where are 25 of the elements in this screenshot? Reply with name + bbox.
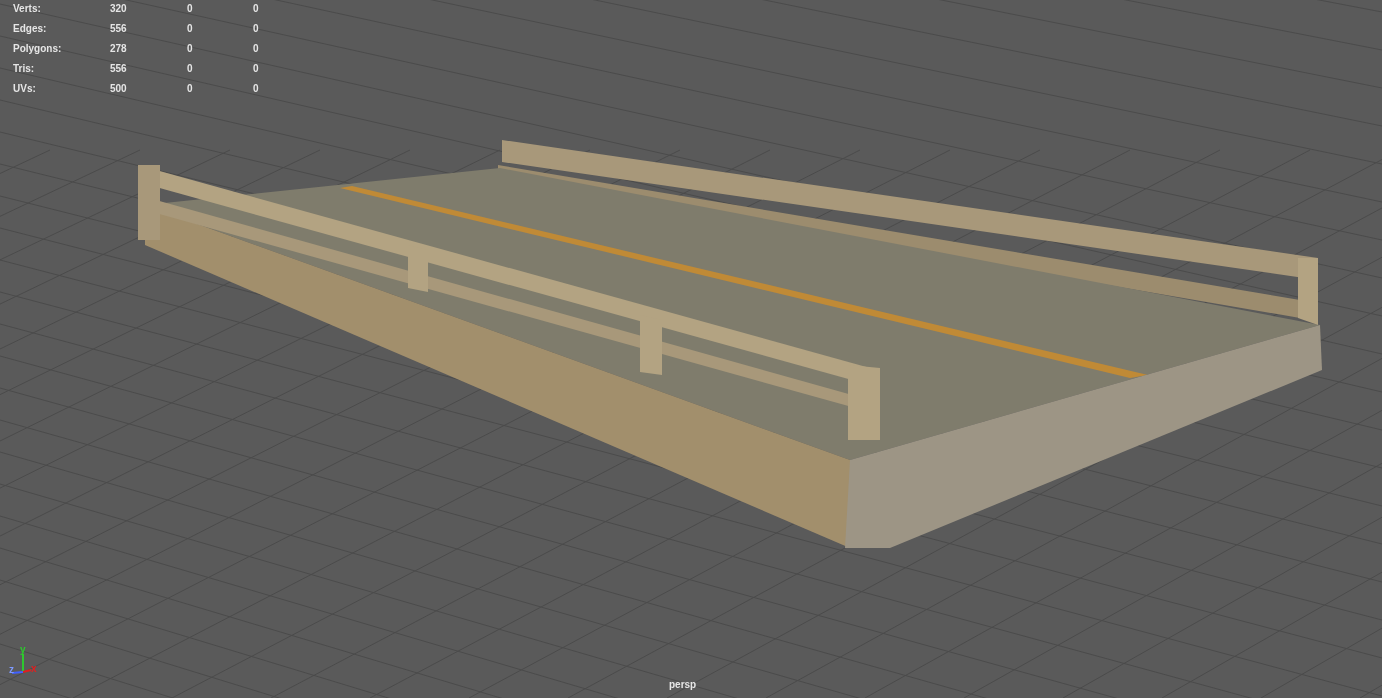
axis-label: y	[20, 645, 26, 655]
stat-value: 0	[187, 2, 194, 15]
stat-value: 0	[253, 22, 259, 35]
stat-label: Edges:	[13, 22, 48, 35]
axis-label: z	[9, 665, 14, 675]
stat-value: 0	[253, 42, 259, 55]
stat-value: 556	[110, 62, 128, 75]
stat-value: 0	[253, 2, 259, 15]
stat-label: Verts:	[13, 2, 42, 15]
stat-label: Tris:	[13, 62, 36, 75]
axis-gizmo-icon	[11, 653, 32, 674]
stat-value: 278	[110, 42, 128, 55]
stat-value: 0	[253, 82, 259, 95]
axis-label: x	[31, 664, 37, 674]
stat-value: 0	[253, 62, 259, 75]
stat-value: 556	[110, 22, 128, 35]
stat-value: 0	[187, 42, 194, 55]
stat-value: 0	[187, 82, 194, 95]
stat-label: UVs:	[13, 82, 37, 95]
stat-value: 320	[110, 2, 128, 15]
stat-label: Polygons:	[13, 42, 63, 55]
stat-value: 0	[187, 62, 194, 75]
stat-value: 500	[110, 82, 128, 95]
camera-name: persp	[669, 679, 697, 691]
stat-value: 0	[187, 22, 194, 35]
